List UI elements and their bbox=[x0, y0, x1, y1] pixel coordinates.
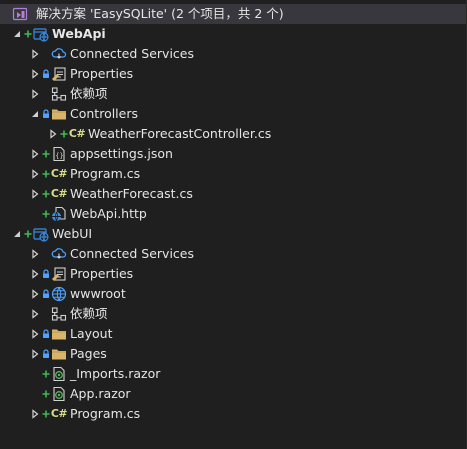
tree-row-label: Program.cs bbox=[70, 406, 141, 421]
lock-icon bbox=[42, 64, 50, 84]
tree-row-folder-layout[interactable]: Layout bbox=[0, 324, 467, 344]
tree-row-label: wwwroot bbox=[70, 286, 126, 301]
tree-row-label: Properties bbox=[70, 66, 134, 81]
tree-row-label: appsettings.json bbox=[70, 146, 173, 161]
tree-row-folder-controllers[interactable]: Controllers bbox=[0, 104, 467, 124]
tree-row-label: App.razor bbox=[70, 386, 131, 401]
collapse-chevron-icon[interactable] bbox=[28, 304, 42, 324]
lock-icon bbox=[42, 284, 50, 304]
tree-row-label: Program.cs bbox=[70, 166, 141, 181]
tree-row-label: _Imports.razor bbox=[70, 366, 161, 381]
collapse-chevron-icon[interactable] bbox=[46, 124, 60, 144]
globe-icon bbox=[51, 284, 67, 304]
pending-add-icon bbox=[24, 224, 32, 244]
solution-label: 解决方案 'EasySQLite' (2 个项目，共 2 个) bbox=[36, 6, 284, 21]
tree-row-label: Properties bbox=[70, 266, 134, 281]
tree-row-folder-pages[interactable]: Pages bbox=[0, 344, 467, 364]
connected-services-icon bbox=[51, 44, 67, 64]
solution-node[interactable]: 解决方案 'EasySQLite' (2 个项目，共 2 个) bbox=[0, 4, 467, 24]
pending-add-icon bbox=[42, 184, 50, 204]
tree-row-file-appsettings[interactable]: {} appsettings.json bbox=[0, 144, 467, 164]
collapse-chevron-icon[interactable] bbox=[28, 344, 42, 364]
expand-chevron-icon[interactable] bbox=[28, 104, 42, 124]
razor-file-icon bbox=[51, 384, 67, 404]
collapse-chevron-icon[interactable] bbox=[28, 44, 42, 64]
tree-row-label: 依赖项 bbox=[70, 306, 108, 321]
tree-row-project-webapi[interactable]: WebApi bbox=[0, 24, 467, 44]
collapse-chevron-icon[interactable] bbox=[28, 144, 42, 164]
tree-row-file-imports-razor[interactable]: _Imports.razor bbox=[0, 364, 467, 384]
collapse-chevron-icon[interactable] bbox=[28, 184, 42, 204]
svg-text:{}: {} bbox=[55, 152, 63, 160]
tree-row-file-weatherforecast[interactable]: C# WeatherForecast.cs bbox=[0, 184, 467, 204]
connected-services-icon bbox=[51, 244, 67, 264]
collapse-chevron-icon[interactable] bbox=[28, 84, 42, 104]
tree-row-label: WebApi.http bbox=[70, 206, 147, 221]
tree-row-connected-services[interactable]: Connected Services bbox=[0, 44, 467, 64]
tree-row-label: Connected Services bbox=[70, 246, 194, 261]
folder-icon bbox=[51, 344, 67, 364]
tree-row-folder-wwwroot[interactable]: wwwroot bbox=[0, 284, 467, 304]
web-project-icon bbox=[33, 224, 49, 244]
tree-row-file-weatherforecastcontroller[interactable]: C# WeatherForecastController.cs bbox=[0, 124, 467, 144]
pending-add-icon bbox=[42, 164, 50, 184]
http-file-icon bbox=[51, 204, 67, 224]
pending-add-icon bbox=[42, 144, 50, 164]
tree-row-file-program-webapi[interactable]: C# Program.cs bbox=[0, 164, 467, 184]
collapse-chevron-icon[interactable] bbox=[28, 404, 42, 424]
solution-explorer-tree: 解决方案 'EasySQLite' (2 个项目，共 2 个) WebApi Co… bbox=[0, 4, 467, 424]
tree-row-file-app-razor[interactable]: App.razor bbox=[0, 384, 467, 404]
properties-icon bbox=[51, 264, 67, 284]
pending-add-icon bbox=[42, 364, 50, 384]
pending-add-icon bbox=[24, 24, 32, 44]
tree-row-connected-services-ui[interactable]: Connected Services bbox=[0, 244, 467, 264]
tree-row-label: WeatherForecast.cs bbox=[70, 186, 193, 201]
collapse-chevron-icon[interactable] bbox=[28, 264, 42, 284]
lock-icon bbox=[42, 104, 50, 124]
json-file-icon: {} bbox=[51, 144, 67, 164]
tree-row-label: WeatherForecastController.cs bbox=[88, 126, 272, 141]
pending-add-icon bbox=[42, 384, 50, 404]
collapse-chevron-icon[interactable] bbox=[28, 284, 42, 304]
csharp-file-icon: C# bbox=[50, 407, 68, 420]
folder-icon bbox=[51, 104, 67, 124]
tree-row-label: Layout bbox=[70, 326, 113, 341]
expand-chevron-icon[interactable] bbox=[10, 224, 24, 244]
web-project-icon bbox=[33, 24, 49, 44]
collapse-chevron-icon[interactable] bbox=[28, 244, 42, 264]
tree-row-label: Pages bbox=[70, 346, 107, 361]
pending-add-icon bbox=[42, 204, 50, 224]
dependencies-icon bbox=[51, 304, 67, 324]
tree-row-dependencies[interactable]: 依赖项 bbox=[0, 84, 467, 104]
lock-icon bbox=[42, 344, 50, 364]
tree-row-file-program-webui[interactable]: C# Program.cs bbox=[0, 404, 467, 424]
collapse-chevron-icon[interactable] bbox=[28, 64, 42, 84]
tree-row-properties[interactable]: Properties bbox=[0, 64, 467, 84]
solution-icon bbox=[12, 4, 28, 24]
tree-row-label: Connected Services bbox=[70, 46, 194, 61]
tree-row-file-webapi-http[interactable]: WebApi.http bbox=[0, 204, 467, 224]
csharp-file-icon: C# bbox=[50, 167, 68, 180]
tree-row-label: Controllers bbox=[70, 106, 138, 121]
tree-row-label: WebUI bbox=[52, 226, 93, 241]
folder-icon bbox=[51, 324, 67, 344]
properties-icon bbox=[51, 64, 67, 84]
expand-chevron-icon[interactable] bbox=[10, 24, 24, 44]
collapse-chevron-icon[interactable] bbox=[28, 164, 42, 184]
csharp-file-icon: C# bbox=[68, 127, 86, 140]
tree-row-dependencies-ui[interactable]: 依赖项 bbox=[0, 304, 467, 324]
tree-row-label: WebApi bbox=[52, 26, 106, 41]
dependencies-icon bbox=[51, 84, 67, 104]
tree-row-project-webui[interactable]: WebUI bbox=[0, 224, 467, 244]
pending-add-icon bbox=[60, 124, 68, 144]
pending-add-icon bbox=[42, 404, 50, 424]
csharp-file-icon: C# bbox=[50, 187, 68, 200]
tree-row-label: 依赖项 bbox=[70, 86, 108, 101]
razor-file-icon bbox=[51, 364, 67, 384]
lock-icon bbox=[42, 264, 50, 284]
tree-row-properties-ui[interactable]: Properties bbox=[0, 264, 467, 284]
collapse-chevron-icon[interactable] bbox=[28, 324, 42, 344]
lock-icon bbox=[42, 324, 50, 344]
